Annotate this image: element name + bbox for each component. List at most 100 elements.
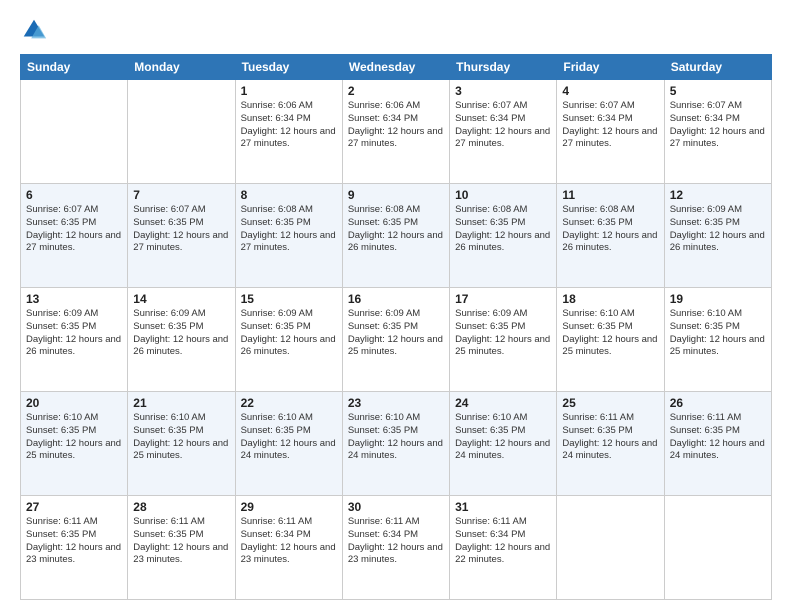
day-info: Sunrise: 6:11 AM Sunset: 6:34 PM Dayligh…: [455, 516, 551, 567]
weekday-header-friday: Friday: [557, 55, 664, 80]
day-number: 26: [670, 396, 766, 410]
calendar-cell: 8 Sunrise: 6:08 AM Sunset: 6:35 PM Daylig…: [235, 184, 342, 288]
calendar-cell: [664, 496, 771, 600]
calendar-cell: 27 Sunrise: 6:11 AM Sunset: 6:35 PM Dayli…: [21, 496, 128, 600]
day-number: 27: [26, 500, 122, 514]
calendar-cell: 11 Sunrise: 6:08 AM Sunset: 6:35 PM Dayli…: [557, 184, 664, 288]
day-info: Sunrise: 6:09 AM Sunset: 6:35 PM Dayligh…: [133, 308, 229, 359]
day-number: 20: [26, 396, 122, 410]
calendar-cell: 31 Sunrise: 6:11 AM Sunset: 6:34 PM Dayli…: [450, 496, 557, 600]
day-info: Sunrise: 6:10 AM Sunset: 6:35 PM Dayligh…: [133, 412, 229, 463]
day-info: Sunrise: 6:10 AM Sunset: 6:35 PM Dayligh…: [26, 412, 122, 463]
calendar-cell: 19 Sunrise: 6:10 AM Sunset: 6:35 PM Dayli…: [664, 288, 771, 392]
day-info: Sunrise: 6:09 AM Sunset: 6:35 PM Dayligh…: [26, 308, 122, 359]
day-info: Sunrise: 6:09 AM Sunset: 6:35 PM Dayligh…: [455, 308, 551, 359]
day-number: 18: [562, 292, 658, 306]
day-number: 4: [562, 84, 658, 98]
day-info: Sunrise: 6:08 AM Sunset: 6:35 PM Dayligh…: [241, 204, 337, 255]
day-info: Sunrise: 6:10 AM Sunset: 6:35 PM Dayligh…: [670, 308, 766, 359]
header: [20, 16, 772, 44]
day-number: 2: [348, 84, 444, 98]
calendar-cell: [128, 80, 235, 184]
calendar-cell: 2Sunrise: 6:06 AM Sunset: 6:34 PM Daylig…: [342, 80, 449, 184]
day-number: 8: [241, 188, 337, 202]
calendar-cell: 12 Sunrise: 6:09 AM Sunset: 6:35 PM Dayli…: [664, 184, 771, 288]
day-info: Sunrise: 6:07 AM Sunset: 6:34 PM Dayligh…: [670, 100, 766, 151]
calendar-cell: 20 Sunrise: 6:10 AM Sunset: 6:35 PM Dayli…: [21, 392, 128, 496]
weekday-header-monday: Monday: [128, 55, 235, 80]
calendar-cell: 16 Sunrise: 6:09 AM Sunset: 6:35 PM Dayli…: [342, 288, 449, 392]
day-number: 28: [133, 500, 229, 514]
calendar-cell: 4 Sunrise: 6:07 AM Sunset: 6:34 PM Daylig…: [557, 80, 664, 184]
calendar-cell: [21, 80, 128, 184]
calendar-cell: 24Sunrise: 6:10 AM Sunset: 6:35 PM Dayli…: [450, 392, 557, 496]
day-info: Sunrise: 6:08 AM Sunset: 6:35 PM Dayligh…: [455, 204, 551, 255]
day-number: 10: [455, 188, 551, 202]
calendar-cell: 22 Sunrise: 6:10 AM Sunset: 6:35 PM Dayli…: [235, 392, 342, 496]
calendar-cell: 5Sunrise: 6:07 AM Sunset: 6:34 PM Daylig…: [664, 80, 771, 184]
day-info: Sunrise: 6:11 AM Sunset: 6:35 PM Dayligh…: [133, 516, 229, 567]
calendar-week-5: 27 Sunrise: 6:11 AM Sunset: 6:35 PM Dayli…: [21, 496, 772, 600]
calendar-cell: 15 Sunrise: 6:09 AM Sunset: 6:35 PM Dayli…: [235, 288, 342, 392]
day-number: 6: [26, 188, 122, 202]
day-info: Sunrise: 6:11 AM Sunset: 6:35 PM Dayligh…: [26, 516, 122, 567]
day-info: Sunrise: 6:11 AM Sunset: 6:34 PM Dayligh…: [241, 516, 337, 567]
calendar-week-2: 6 Sunrise: 6:07 AM Sunset: 6:35 PM Daylig…: [21, 184, 772, 288]
day-number: 11: [562, 188, 658, 202]
day-number: 17: [455, 292, 551, 306]
calendar-cell: 25Sunrise: 6:11 AM Sunset: 6:35 PM Dayli…: [557, 392, 664, 496]
day-number: 15: [241, 292, 337, 306]
day-info: Sunrise: 6:06 AM Sunset: 6:34 PM Dayligh…: [241, 100, 337, 151]
day-number: 12: [670, 188, 766, 202]
day-number: 22: [241, 396, 337, 410]
day-number: 23: [348, 396, 444, 410]
day-number: 13: [26, 292, 122, 306]
day-info: Sunrise: 6:09 AM Sunset: 6:35 PM Dayligh…: [241, 308, 337, 359]
weekday-header-thursday: Thursday: [450, 55, 557, 80]
calendar-cell: 17 Sunrise: 6:09 AM Sunset: 6:35 PM Dayli…: [450, 288, 557, 392]
page: SundayMondayTuesdayWednesdayThursdayFrid…: [0, 0, 792, 612]
calendar-cell: 9 Sunrise: 6:08 AM Sunset: 6:35 PM Daylig…: [342, 184, 449, 288]
calendar-week-4: 20 Sunrise: 6:10 AM Sunset: 6:35 PM Dayli…: [21, 392, 772, 496]
day-info: Sunrise: 6:11 AM Sunset: 6:34 PM Dayligh…: [348, 516, 444, 567]
day-info: Sunrise: 6:09 AM Sunset: 6:35 PM Dayligh…: [670, 204, 766, 255]
calendar-cell: 1 Sunrise: 6:06 AM Sunset: 6:34 PM Daylig…: [235, 80, 342, 184]
day-info: Sunrise: 6:08 AM Sunset: 6:35 PM Dayligh…: [562, 204, 658, 255]
day-info: Sunrise: 6:08 AM Sunset: 6:35 PM Dayligh…: [348, 204, 444, 255]
calendar-week-1: 1 Sunrise: 6:06 AM Sunset: 6:34 PM Daylig…: [21, 80, 772, 184]
day-number: 1: [241, 84, 337, 98]
day-number: 16: [348, 292, 444, 306]
day-info: Sunrise: 6:10 AM Sunset: 6:35 PM Dayligh…: [455, 412, 551, 463]
calendar-cell: 28 Sunrise: 6:11 AM Sunset: 6:35 PM Dayli…: [128, 496, 235, 600]
day-info: Sunrise: 6:09 AM Sunset: 6:35 PM Dayligh…: [348, 308, 444, 359]
day-info: Sunrise: 6:07 AM Sunset: 6:34 PM Dayligh…: [562, 100, 658, 151]
calendar-cell: [557, 496, 664, 600]
weekday-header-saturday: Saturday: [664, 55, 771, 80]
day-number: 31: [455, 500, 551, 514]
day-number: 14: [133, 292, 229, 306]
day-number: 30: [348, 500, 444, 514]
day-info: Sunrise: 6:11 AM Sunset: 6:35 PM Dayligh…: [670, 412, 766, 463]
day-info: Sunrise: 6:07 AM Sunset: 6:34 PM Dayligh…: [455, 100, 551, 151]
day-info: Sunrise: 6:07 AM Sunset: 6:35 PM Dayligh…: [26, 204, 122, 255]
day-info: Sunrise: 6:10 AM Sunset: 6:35 PM Dayligh…: [348, 412, 444, 463]
day-number: 29: [241, 500, 337, 514]
calendar-cell: 10 Sunrise: 6:08 AM Sunset: 6:35 PM Dayli…: [450, 184, 557, 288]
day-number: 9: [348, 188, 444, 202]
day-number: 21: [133, 396, 229, 410]
logo: [20, 16, 52, 44]
logo-icon: [20, 16, 48, 44]
day-info: Sunrise: 6:07 AM Sunset: 6:35 PM Dayligh…: [133, 204, 229, 255]
calendar-cell: 23 Sunrise: 6:10 AM Sunset: 6:35 PM Dayli…: [342, 392, 449, 496]
calendar-cell: 30 Sunrise: 6:11 AM Sunset: 6:34 PM Dayli…: [342, 496, 449, 600]
calendar-cell: 13 Sunrise: 6:09 AM Sunset: 6:35 PM Dayli…: [21, 288, 128, 392]
day-number: 25: [562, 396, 658, 410]
day-number: 19: [670, 292, 766, 306]
calendar-cell: 26 Sunrise: 6:11 AM Sunset: 6:35 PM Dayli…: [664, 392, 771, 496]
calendar-cell: 14 Sunrise: 6:09 AM Sunset: 6:35 PM Dayli…: [128, 288, 235, 392]
calendar-cell: 3 Sunrise: 6:07 AM Sunset: 6:34 PM Daylig…: [450, 80, 557, 184]
day-info: Sunrise: 6:10 AM Sunset: 6:35 PM Dayligh…: [562, 308, 658, 359]
weekday-header-row: SundayMondayTuesdayWednesdayThursdayFrid…: [21, 55, 772, 80]
day-number: 3: [455, 84, 551, 98]
day-info: Sunrise: 6:10 AM Sunset: 6:35 PM Dayligh…: [241, 412, 337, 463]
